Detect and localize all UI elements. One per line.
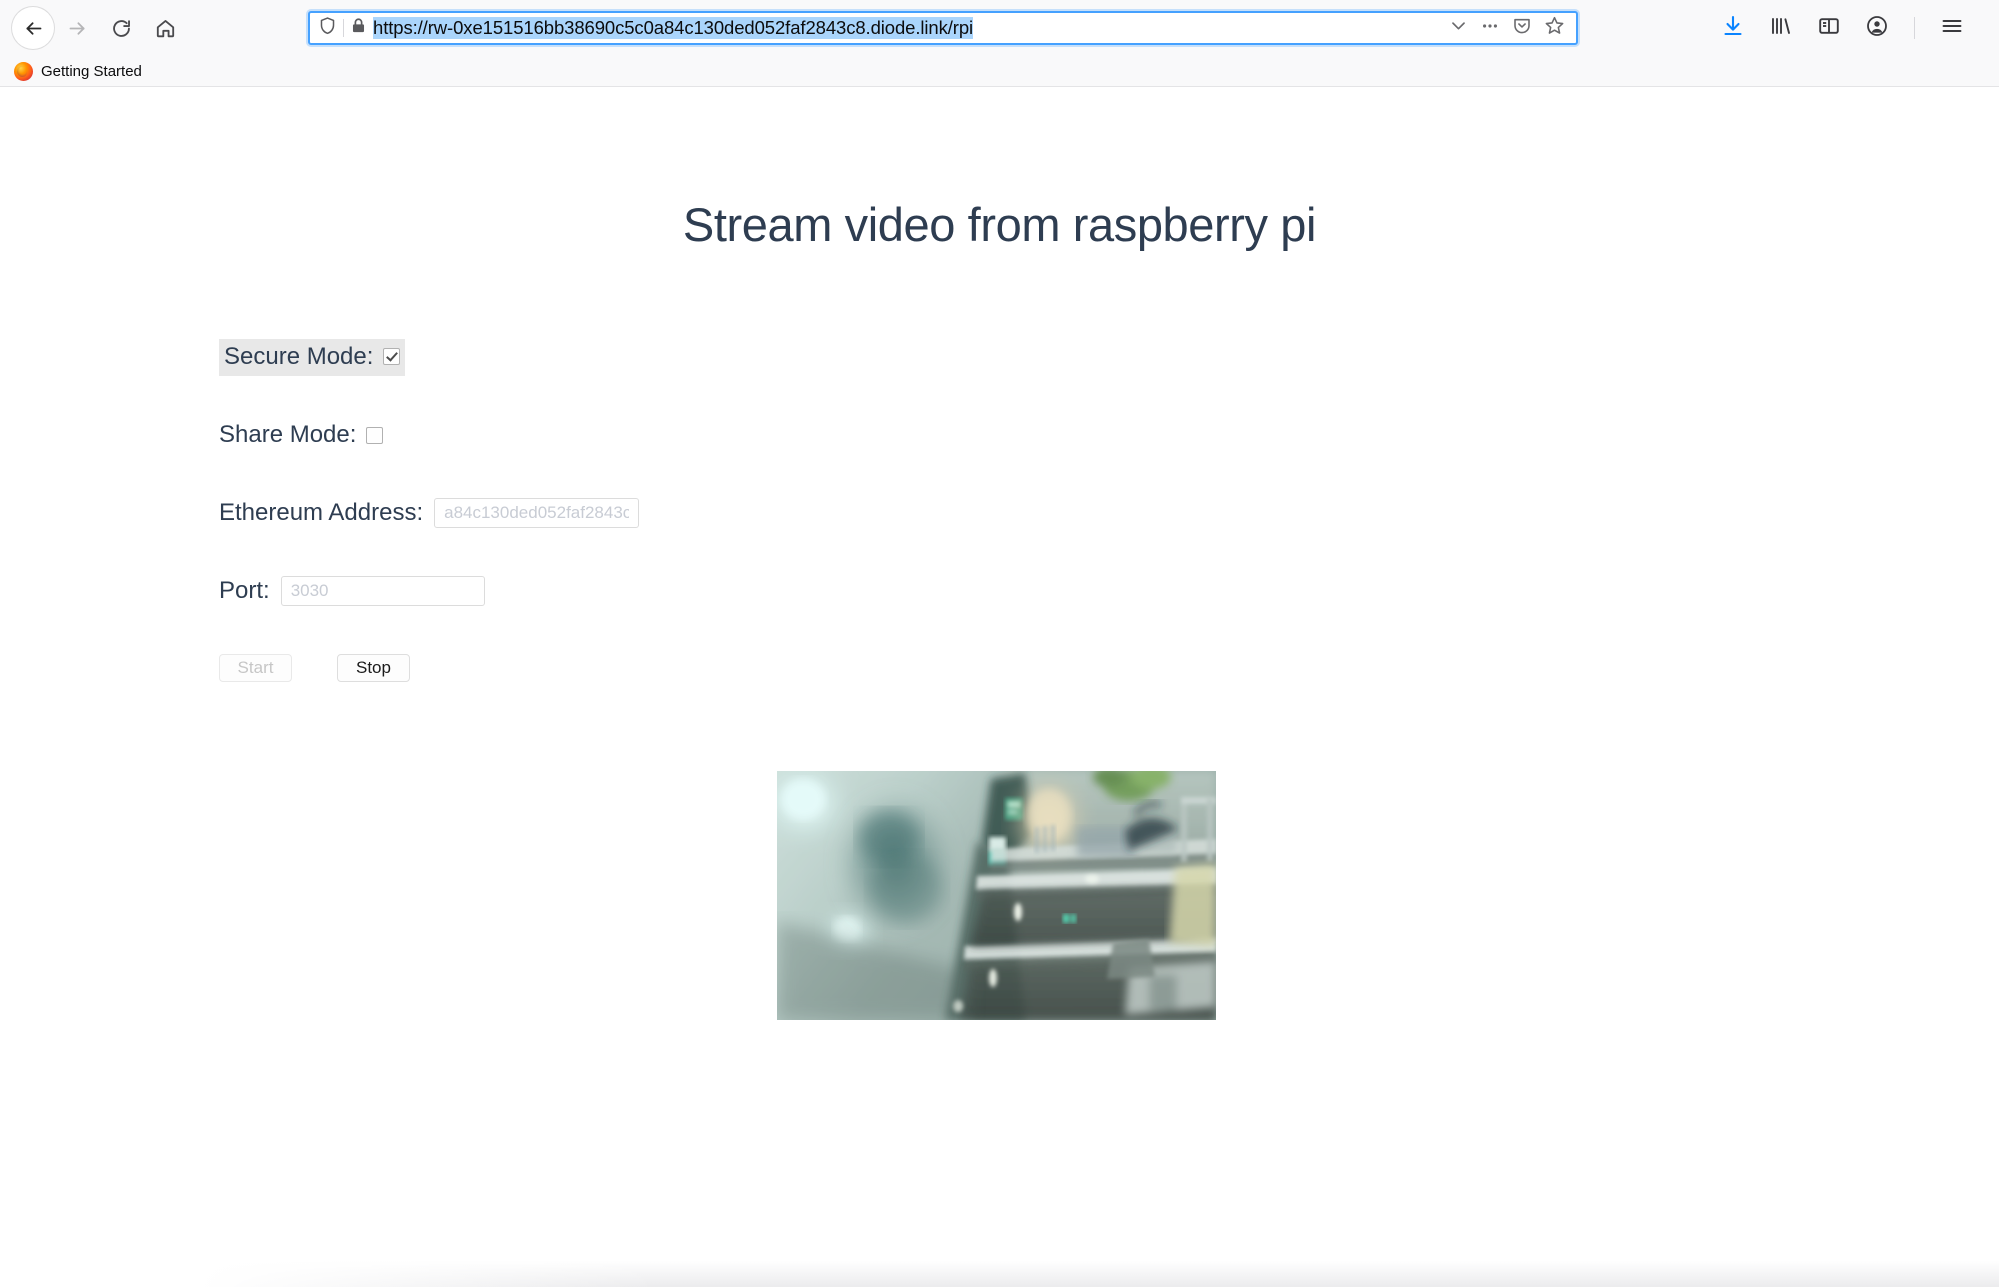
padlock-icon[interactable] [350,17,367,39]
bookmark-getting-started[interactable]: Getting Started [8,60,148,83]
stream-controls: Start Stop [219,654,1999,682]
ethereum-address-row: Ethereum Address: [219,498,1999,528]
share-mode-row: Share Mode: [219,420,1999,450]
navigation-toolbar: https://rw-0xe151516bb38690c5c0a84c130de… [0,0,1999,56]
sidebar-icon [1817,14,1841,43]
ethereum-address-label: Ethereum Address: [219,499,424,526]
home-button[interactable] [144,7,186,49]
page-title: Stream video from raspberry pi [682,198,1317,251]
forward-button[interactable] [56,7,98,49]
urlbar-container: https://rw-0xe151516bb38690c5c0a84c130de… [308,11,1578,45]
stop-button[interactable]: Stop [337,654,410,682]
browser-chrome: https://rw-0xe151516bb38690c5c0a84c130de… [0,0,1999,87]
identity-box[interactable] [316,16,373,40]
port-input[interactable] [280,576,485,606]
page-content: Stream video from raspberry pi Secure Mo… [0,87,1999,1287]
arrow-right-icon [67,18,88,39]
share-mode-label: Share Mode: [219,421,357,448]
sidebar-button[interactable] [1808,7,1850,49]
start-button[interactable]: Start [219,654,292,682]
shield-icon[interactable] [318,16,337,40]
secure-mode-checkbox[interactable] [383,348,401,365]
pocket-button[interactable] [1506,13,1538,43]
reload-icon [111,18,132,39]
video-stream[interactable] [777,771,1216,1020]
port-row: Port: [219,576,1999,606]
library-icon [1769,14,1793,43]
library-button[interactable] [1760,7,1802,49]
secure-mode-row: Secure Mode: [219,338,1999,376]
reload-button[interactable] [100,7,142,49]
downloads-icon [1721,14,1745,43]
account-button[interactable] [1856,7,1898,49]
toolbar-separator [1914,17,1915,39]
stream-settings-form: Secure Mode: Share Mode: Ethereum Addres… [219,338,1999,682]
port-label: Port: [219,577,270,604]
identity-separator [343,19,344,37]
address-bar[interactable]: https://rw-0xe151516bb38690c5c0a84c130de… [308,11,1578,45]
toolbar-right-group [1706,7,1987,49]
ellipsis-icon [1480,16,1500,41]
arrow-left-icon [23,18,44,39]
star-icon [1544,15,1565,41]
firefox-logo-icon [14,61,33,81]
pocket-icon [1512,16,1532,41]
bookmark-label: Getting Started [41,62,142,80]
url-value: https://rw-0xe151516bb38690c5c0a84c130de… [373,17,974,39]
share-mode-checkbox[interactable] [366,426,384,444]
downloads-button[interactable] [1712,7,1754,49]
ethereum-address-input[interactable] [434,498,640,528]
urlbar-dropmarker[interactable] [1442,13,1474,43]
video-stream-frame [777,771,1216,1020]
bookmarks-toolbar: Getting Started [0,56,1999,86]
url-text-field[interactable]: https://rw-0xe151516bb38690c5c0a84c130de… [373,17,1442,39]
home-icon [155,18,176,39]
menu-icon [1940,14,1964,43]
account-icon [1865,14,1889,43]
secure-mode-label: Secure Mode: [224,342,374,370]
secure-mode-selection: Secure Mode: [219,338,406,376]
app-menu-button[interactable] [1931,7,1973,49]
chevron-down-icon [1449,16,1468,40]
page-actions-button[interactable] [1474,13,1506,43]
back-button[interactable] [12,7,54,49]
bookmark-star-button[interactable] [1538,13,1570,43]
